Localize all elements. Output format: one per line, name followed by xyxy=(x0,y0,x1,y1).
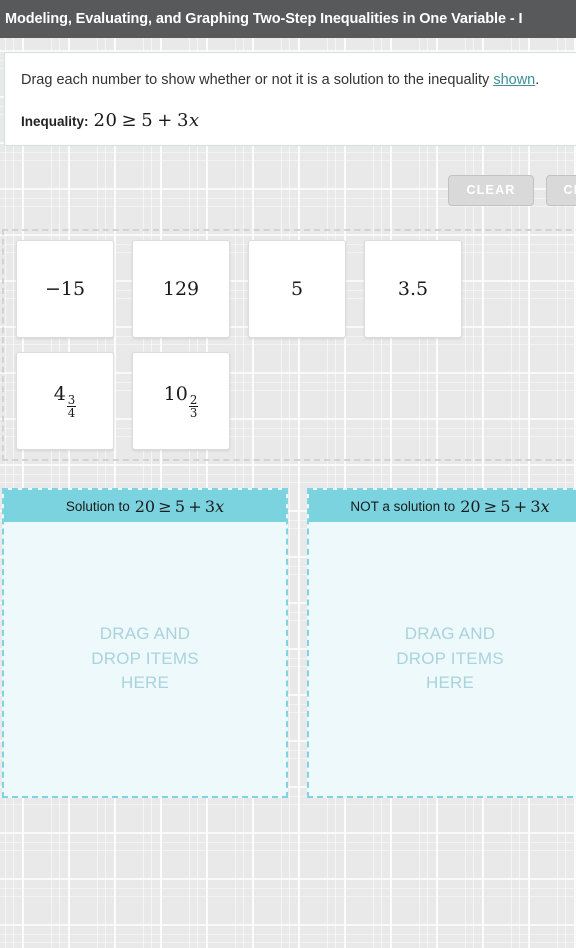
dropzone-placeholder: DRAG AND DROP ITEMS HERE xyxy=(91,624,199,693)
draggable-tile[interactable]: 3.5 xyxy=(364,240,462,338)
dz-lhs: 20 xyxy=(134,496,156,516)
page-title: Modeling, Evaluating, and Graphing Two-S… xyxy=(5,11,523,27)
dropzone-solution[interactable]: Solution to 20 ≥ 5 + 3x DRAG AND DROP IT… xyxy=(2,488,288,798)
draggable-tile[interactable]: 10 2 3 xyxy=(132,352,230,450)
dz-coef: 3 xyxy=(204,496,216,516)
dropzone-header: Solution to 20 ≥ 5 + 3x xyxy=(4,490,286,522)
inequality-label: Inequality: xyxy=(21,113,89,129)
dz-var: x xyxy=(540,496,550,516)
dz-var: x xyxy=(215,496,225,516)
dz-plus: + xyxy=(513,496,528,516)
instruction-card: Drag each number to show whether or not … xyxy=(4,52,576,146)
draggable-tile[interactable]: 129 xyxy=(132,240,230,338)
fraction: 34 xyxy=(66,394,77,421)
clear-button[interactable]: CLEAR xyxy=(448,175,534,206)
dropzone-header-inequality: 20 ≥ 5 + 3x xyxy=(135,497,224,516)
tile-row: −15 129 5 3.5 xyxy=(16,240,576,338)
dropzone-header-inequality: 20 ≥ 5 + 3x xyxy=(460,497,549,516)
inequality-row: Inequality: 20 ≥ 5 + 3x xyxy=(21,110,576,131)
dz-rel: ≥ xyxy=(158,496,172,516)
tile-value: 3.5 xyxy=(397,278,429,300)
draggable-tile[interactable]: −15 xyxy=(16,240,114,338)
instruction-text: Drag each number to show whether or not … xyxy=(21,71,576,91)
check-button[interactable]: CHECK xyxy=(545,175,576,206)
inequality-expression: 20 ≥ 5 + 3x xyxy=(94,110,200,131)
dz-const: 5 xyxy=(174,496,186,516)
tile-value-mixed: 10 2 3 xyxy=(164,383,199,419)
shown-link[interactable]: shown xyxy=(493,72,535,88)
inequality-variable: x xyxy=(188,109,200,131)
dropzone-placeholder: DRAG AND DROP ITEMS HERE xyxy=(396,624,504,693)
action-button-row: CLEAR CHECK xyxy=(448,175,576,206)
tile-row: 434 10 2 3 xyxy=(16,352,576,450)
dropzone-header: NOT a solution to 20 ≥ 5 + 3x xyxy=(309,490,576,522)
inequality-plus: + xyxy=(157,109,173,131)
dz-lhs: 20 xyxy=(460,496,481,516)
fraction-denominator: 3 xyxy=(189,406,198,421)
draggable-tile[interactable]: 434 xyxy=(16,352,114,450)
inequality-lhs: 20 xyxy=(93,109,118,131)
dz-coef: 3 xyxy=(530,496,541,516)
tile-value: 129 xyxy=(162,278,200,300)
fraction-denominator: 4 xyxy=(67,406,76,421)
fraction: 23 xyxy=(188,394,199,421)
instruction-text-after-link: . xyxy=(535,72,540,88)
dz-const: 5 xyxy=(500,496,511,516)
inequality-coefficient: 3 xyxy=(177,109,189,131)
window-titlebar: Modeling, Evaluating, and Graphing Two-S… xyxy=(0,0,576,38)
draggable-tile[interactable]: 5 xyxy=(248,240,346,338)
instruction-text-before-link: Drag each number to show whether or not … xyxy=(21,72,494,88)
draggable-tile-tray: −15 129 5 3.5 434 10 2 3 xyxy=(2,229,576,461)
dropzone-container: Solution to 20 ≥ 5 + 3x DRAG AND DROP IT… xyxy=(2,488,576,798)
dropzone-body[interactable]: DRAG AND DROP ITEMS HERE xyxy=(309,522,576,796)
dz-plus: + xyxy=(188,496,202,516)
dropzone-body[interactable]: DRAG AND DROP ITEMS HERE xyxy=(4,522,286,796)
inequality-relation: ≥ xyxy=(121,109,138,131)
dropzone-header-label: Solution to xyxy=(65,498,130,514)
dropzone-header-label: NOT a solution to xyxy=(350,498,456,514)
tile-value: 5 xyxy=(290,278,304,300)
dz-rel: ≥ xyxy=(483,496,498,516)
tile-value-mixed: 434 xyxy=(54,383,77,419)
mixed-whole: 4 xyxy=(53,382,66,405)
mixed-whole: 10 xyxy=(163,382,188,405)
tile-value: −15 xyxy=(44,278,86,300)
inequality-rhs-constant: 5 xyxy=(141,109,154,131)
dropzone-not-solution[interactable]: NOT a solution to 20 ≥ 5 + 3x DRAG AND D… xyxy=(307,488,576,798)
